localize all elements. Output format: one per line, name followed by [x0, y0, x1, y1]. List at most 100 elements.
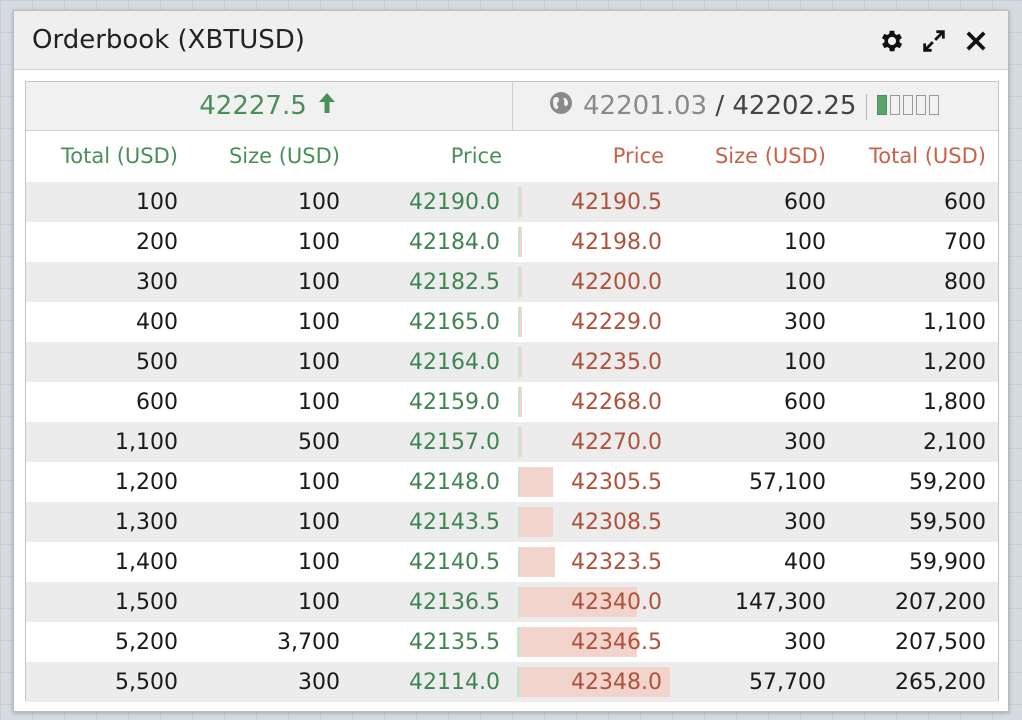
ask-total-cell: 59,900	[909, 550, 986, 575]
ask-total-cell: 59,500	[909, 510, 986, 535]
ask-price-cell[interactable]: 42323.5	[571, 550, 662, 575]
header-bid-total[interactable]: Total (USD)	[61, 144, 178, 168]
price-summary: 42227.5 42201.03 / 42202.25	[26, 82, 998, 131]
table-row[interactable]: 1,300 100 42143.5 42308.5 300 59,500	[26, 502, 998, 542]
ask-depth-bar	[520, 467, 553, 497]
close-icon[interactable]	[962, 27, 990, 55]
bid-price-cell[interactable]: 42190.0	[409, 190, 500, 215]
header-ask-size[interactable]: Size (USD)	[715, 144, 826, 168]
ask-total-cell: 207,500	[895, 630, 986, 655]
ask-size-cell: 57,700	[749, 670, 826, 695]
header-ask-price[interactable]: Price	[613, 144, 664, 168]
bid-size-cell: 100	[298, 470, 340, 495]
ask-size-cell: 100	[784, 270, 826, 295]
bid-price-cell[interactable]: 42164.0	[409, 350, 500, 375]
bid-price-cell[interactable]: 42182.5	[409, 270, 500, 295]
bid-price-cell[interactable]: 42148.0	[409, 470, 500, 495]
table-row[interactable]: 5,200 3,700 42135.5 42346.5 300 207,500	[26, 622, 998, 662]
ask-total-cell: 700	[944, 230, 986, 255]
price-separator: /	[707, 91, 733, 121]
bid-price-cell[interactable]: 42135.5	[409, 630, 500, 655]
close-icon-graphic	[966, 31, 986, 51]
signal-bar	[877, 94, 888, 115]
bid-size-cell: 100	[298, 510, 340, 535]
ask-total-cell: 1,100	[923, 310, 986, 335]
signal-bar	[903, 94, 914, 115]
orderbook-panel: 42227.5 42201.03 / 42202.25 Total (USD) …	[25, 81, 999, 702]
ask-price-cell[interactable]: 42198.0	[571, 230, 662, 255]
divider	[866, 93, 868, 120]
last-price-box: 42227.5	[26, 82, 513, 130]
table-row[interactable]: 1,200 100 42148.0 42305.5 57,100 59,200	[26, 462, 998, 502]
ask-price-cell[interactable]: 42346.5	[571, 630, 662, 655]
bid-size-cell: 100	[298, 190, 340, 215]
bid-price-cell[interactable]: 42184.0	[409, 230, 500, 255]
ask-total-cell: 2,100	[923, 430, 986, 455]
ask-price-cell[interactable]: 42200.0	[571, 270, 662, 295]
ask-size-cell: 147,300	[735, 590, 826, 615]
table-row[interactable]: 5,500 300 42114.0 42348.0 57,700 265,200	[26, 662, 998, 702]
table-row[interactable]: 100 100 42190.0 42190.5 600 600	[26, 182, 998, 222]
ask-price-cell[interactable]: 42190.5	[571, 190, 662, 215]
ask-price-cell[interactable]: 42229.0	[571, 310, 662, 335]
expand-icon[interactable]	[920, 27, 948, 55]
orderbook-rows: 100 100 42190.0 42190.5 600 600 200 100 42184.0 4…	[26, 182, 998, 702]
last-price: 42227.5	[199, 91, 307, 121]
table-row[interactable]: 500 100 42164.0 42235.0 100 1,200	[26, 342, 998, 382]
ask-price-cell[interactable]: 42308.5	[571, 510, 662, 535]
ask-size-cell: 400	[784, 550, 826, 575]
bid-total-cell: 400	[136, 310, 178, 335]
bid-size-cell: 3,700	[277, 630, 340, 655]
bid-size-cell: 100	[298, 270, 340, 295]
header-ask-total[interactable]: Total (USD)	[869, 144, 986, 168]
ask-depth-bar	[520, 227, 522, 257]
bid-price-cell[interactable]: 42114.0	[409, 670, 500, 695]
header-bid-price[interactable]: Price	[451, 144, 502, 168]
ask-size-cell: 300	[784, 630, 826, 655]
title-bar[interactable]: Orderbook (XBTUSD)	[14, 11, 1008, 70]
mark-price: 42201.03	[583, 91, 708, 121]
table-row[interactable]: 1,500 100 42136.5 42340.0 147,300 207,200	[26, 582, 998, 622]
header-bid-size[interactable]: Size (USD)	[229, 144, 340, 168]
bid-price-cell[interactable]: 42159.0	[409, 390, 500, 415]
bid-total-cell: 100	[136, 190, 178, 215]
bid-price-cell[interactable]: 42165.0	[409, 310, 500, 335]
bid-price-cell[interactable]: 42143.5	[409, 510, 500, 535]
bid-total-cell: 500	[136, 350, 178, 375]
ask-price-cell[interactable]: 42235.0	[571, 350, 662, 375]
ask-depth-bar	[520, 347, 522, 377]
bid-size-cell: 300	[298, 670, 340, 695]
ask-price-cell[interactable]: 42305.5	[571, 470, 662, 495]
bid-price-cell[interactable]: 42157.0	[409, 430, 500, 455]
ask-price-cell[interactable]: 42270.0	[571, 430, 662, 455]
gear-icon[interactable]	[878, 27, 906, 55]
ask-size-cell: 300	[784, 310, 826, 335]
signal-bar	[929, 94, 940, 115]
ask-total-cell: 600	[944, 190, 986, 215]
ask-size-cell: 600	[784, 390, 826, 415]
table-row[interactable]: 200 100 42184.0 42198.0 100 700	[26, 222, 998, 262]
table-row[interactable]: 600 100 42159.0 42268.0 600 1,800	[26, 382, 998, 422]
table-row[interactable]: 400 100 42165.0 42229.0 300 1,100	[26, 302, 998, 342]
ask-price-cell[interactable]: 42348.0	[571, 670, 662, 695]
ask-size-cell: 300	[784, 510, 826, 535]
bid-size-cell: 100	[298, 310, 340, 335]
ask-total-cell: 207,200	[895, 590, 986, 615]
table-row[interactable]: 1,100 500 42157.0 42270.0 300 2,100	[26, 422, 998, 462]
bid-size-cell: 500	[298, 430, 340, 455]
ask-depth-bar	[520, 427, 522, 457]
table-row[interactable]: 300 100 42182.5 42200.0 100 800	[26, 262, 998, 302]
bid-total-cell: 1,300	[115, 510, 178, 535]
window-title: Orderbook (XBTUSD)	[32, 25, 305, 55]
ask-total-cell: 800	[944, 270, 986, 295]
index-price-box: 42201.03 / 42202.25	[549, 82, 942, 130]
bid-total-cell: 300	[136, 270, 178, 295]
ask-depth-bar	[520, 187, 522, 217]
ask-depth-bar	[520, 547, 555, 577]
bid-price-cell[interactable]: 42136.5	[409, 590, 500, 615]
gear-icon-graphic	[881, 30, 903, 52]
ask-price-cell[interactable]: 42268.0	[571, 390, 662, 415]
bid-price-cell[interactable]: 42140.5	[409, 550, 500, 575]
ask-price-cell[interactable]: 42340.0	[571, 590, 662, 615]
table-row[interactable]: 1,400 100 42140.5 42323.5 400 59,900	[26, 542, 998, 582]
